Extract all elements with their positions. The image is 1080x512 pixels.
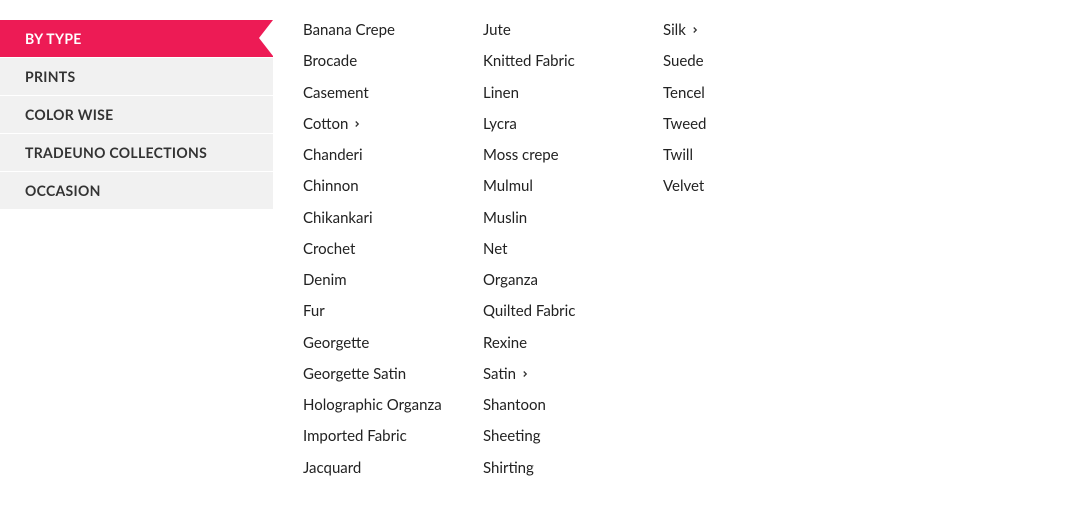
fabric-link-label: Suede	[663, 51, 704, 71]
fabric-link-tencel[interactable]: Tencel	[663, 83, 823, 103]
fabric-link-linen[interactable]: Linen	[483, 83, 643, 103]
sidebar-item-label: PRINTS	[25, 68, 75, 85]
sidebar-item-occasion[interactable]: OCCASION	[0, 172, 273, 209]
fabric-link-lycra[interactable]: Lycra	[483, 114, 643, 134]
fabric-link-chikankari[interactable]: Chikankari	[303, 208, 463, 228]
sidebar-item-label: OCCASION	[25, 182, 101, 199]
fabric-link-label: Knitted Fabric	[483, 51, 575, 71]
fabric-link-knitted-fabric[interactable]: Knitted Fabric	[483, 51, 643, 71]
fabric-link-label: Georgette Satin	[303, 364, 406, 384]
sidebar-item-color-wise[interactable]: COLOR WISE	[0, 96, 273, 133]
fabric-link-jacquard[interactable]: Jacquard	[303, 458, 463, 478]
fabric-link-mulmul[interactable]: Mulmul	[483, 176, 643, 196]
fabric-link-label: Chinnon	[303, 176, 359, 196]
fabric-link-silk[interactable]: Silk	[663, 20, 823, 40]
fabric-link-label: Crochet	[303, 239, 355, 259]
fabric-link-label: Tencel	[663, 83, 705, 103]
sidebar-item-by-type[interactable]: BY TYPE	[0, 20, 273, 57]
fabric-link-jute[interactable]: Jute	[483, 20, 643, 40]
fabric-link-denim[interactable]: Denim	[303, 270, 463, 290]
fabric-link-label: Casement	[303, 83, 369, 103]
chevron-right-icon	[520, 369, 530, 379]
fabric-link-label: Georgette	[303, 333, 369, 353]
fabric-link-banana-crepe[interactable]: Banana Crepe	[303, 20, 463, 40]
fabric-link-satin[interactable]: Satin	[483, 364, 643, 384]
sidebar-item-label: BY TYPE	[25, 30, 82, 47]
fabric-link-label: Shantoon	[483, 395, 546, 415]
fabric-column: Silk Suede Tencel Tweed Twill Velvet	[663, 20, 823, 478]
fabric-link-cotton[interactable]: Cotton	[303, 114, 463, 134]
fabric-link-tweed[interactable]: Tweed	[663, 114, 823, 134]
fabric-link-label: Velvet	[663, 176, 704, 196]
fabric-link-label: Shirting	[483, 458, 534, 478]
sidebar-item-tradeuno-collections[interactable]: TRADEUNO COLLECTIONS	[0, 134, 273, 171]
fabric-link-label: Sheeting	[483, 426, 541, 446]
fabric-link-casement[interactable]: Casement	[303, 83, 463, 103]
fabric-link-label: Tweed	[663, 114, 706, 134]
chevron-right-icon	[690, 25, 700, 35]
fabric-link-moss-crepe[interactable]: Moss crepe	[483, 145, 643, 165]
fabric-link-chinnon[interactable]: Chinnon	[303, 176, 463, 196]
fabric-link-label: Cotton	[303, 114, 348, 134]
sidebar-item-prints[interactable]: PRINTS	[0, 58, 273, 95]
fabric-link-label: Quilted Fabric	[483, 301, 575, 321]
fabric-link-label: Jute	[483, 20, 511, 40]
fabric-link-label: Silk	[663, 20, 686, 40]
fabric-link-rexine[interactable]: Rexine	[483, 333, 643, 353]
fabric-link-georgette[interactable]: Georgette	[303, 333, 463, 353]
sidebar-item-label: TRADEUNO COLLECTIONS	[25, 144, 207, 161]
fabric-link-label: Muslin	[483, 208, 527, 228]
fabric-link-velvet[interactable]: Velvet	[663, 176, 823, 196]
fabric-link-label: Mulmul	[483, 176, 533, 196]
fabric-column: Jute Knitted Fabric Linen Lycra Moss crepe Mu…	[483, 20, 643, 478]
fabric-link-label: Net	[483, 239, 507, 259]
fabric-link-chanderi[interactable]: Chanderi	[303, 145, 463, 165]
fabric-link-georgette-satin[interactable]: Georgette Satin	[303, 364, 463, 384]
fabric-link-label: Linen	[483, 83, 519, 103]
category-sidebar: BY TYPE PRINTS COLOR WISE TRADEUNO COLLECTI…	[0, 20, 273, 478]
fabric-link-label: Imported Fabric	[303, 426, 407, 446]
fabric-link-label: Satin	[483, 364, 516, 384]
sidebar-item-label: COLOR WISE	[25, 106, 114, 123]
fabric-link-label: Fur	[303, 301, 325, 321]
fabric-link-label: Denim	[303, 270, 347, 290]
fabric-link-twill[interactable]: Twill	[663, 145, 823, 165]
fabric-link-muslin[interactable]: Muslin	[483, 208, 643, 228]
fabric-link-label: Holographic Organza	[303, 395, 442, 415]
fabric-type-grid: Banana Crepe Brocade Casement Cotton Chander…	[273, 20, 1080, 478]
fabric-link-shirting[interactable]: Shirting	[483, 458, 643, 478]
fabric-link-organza[interactable]: Organza	[483, 270, 643, 290]
fabric-link-label: Brocade	[303, 51, 357, 71]
fabric-link-suede[interactable]: Suede	[663, 51, 823, 71]
fabric-link-crochet[interactable]: Crochet	[303, 239, 463, 259]
fabric-link-label: Chikankari	[303, 208, 373, 228]
fabric-link-shantoon[interactable]: Shantoon	[483, 395, 643, 415]
fabric-link-label: Rexine	[483, 333, 527, 353]
fabric-link-brocade[interactable]: Brocade	[303, 51, 463, 71]
fabric-link-label: Twill	[663, 145, 693, 165]
fabric-link-label: Organza	[483, 270, 538, 290]
fabric-link-net[interactable]: Net	[483, 239, 643, 259]
fabric-link-label: Jacquard	[303, 458, 361, 478]
fabric-link-fur[interactable]: Fur	[303, 301, 463, 321]
fabric-link-label: Lycra	[483, 114, 517, 134]
fabric-column: Banana Crepe Brocade Casement Cotton Chander…	[303, 20, 463, 478]
chevron-right-icon	[352, 119, 362, 129]
fabric-link-label: Moss crepe	[483, 145, 559, 165]
fabric-link-label: Banana Crepe	[303, 20, 395, 40]
fabric-link-imported-fabric[interactable]: Imported Fabric	[303, 426, 463, 446]
fabric-link-holographic-organza[interactable]: Holographic Organza	[303, 395, 463, 415]
fabric-link-sheeting[interactable]: Sheeting	[483, 426, 643, 446]
fabric-link-quilted-fabric[interactable]: Quilted Fabric	[483, 301, 643, 321]
fabric-link-label: Chanderi	[303, 145, 363, 165]
